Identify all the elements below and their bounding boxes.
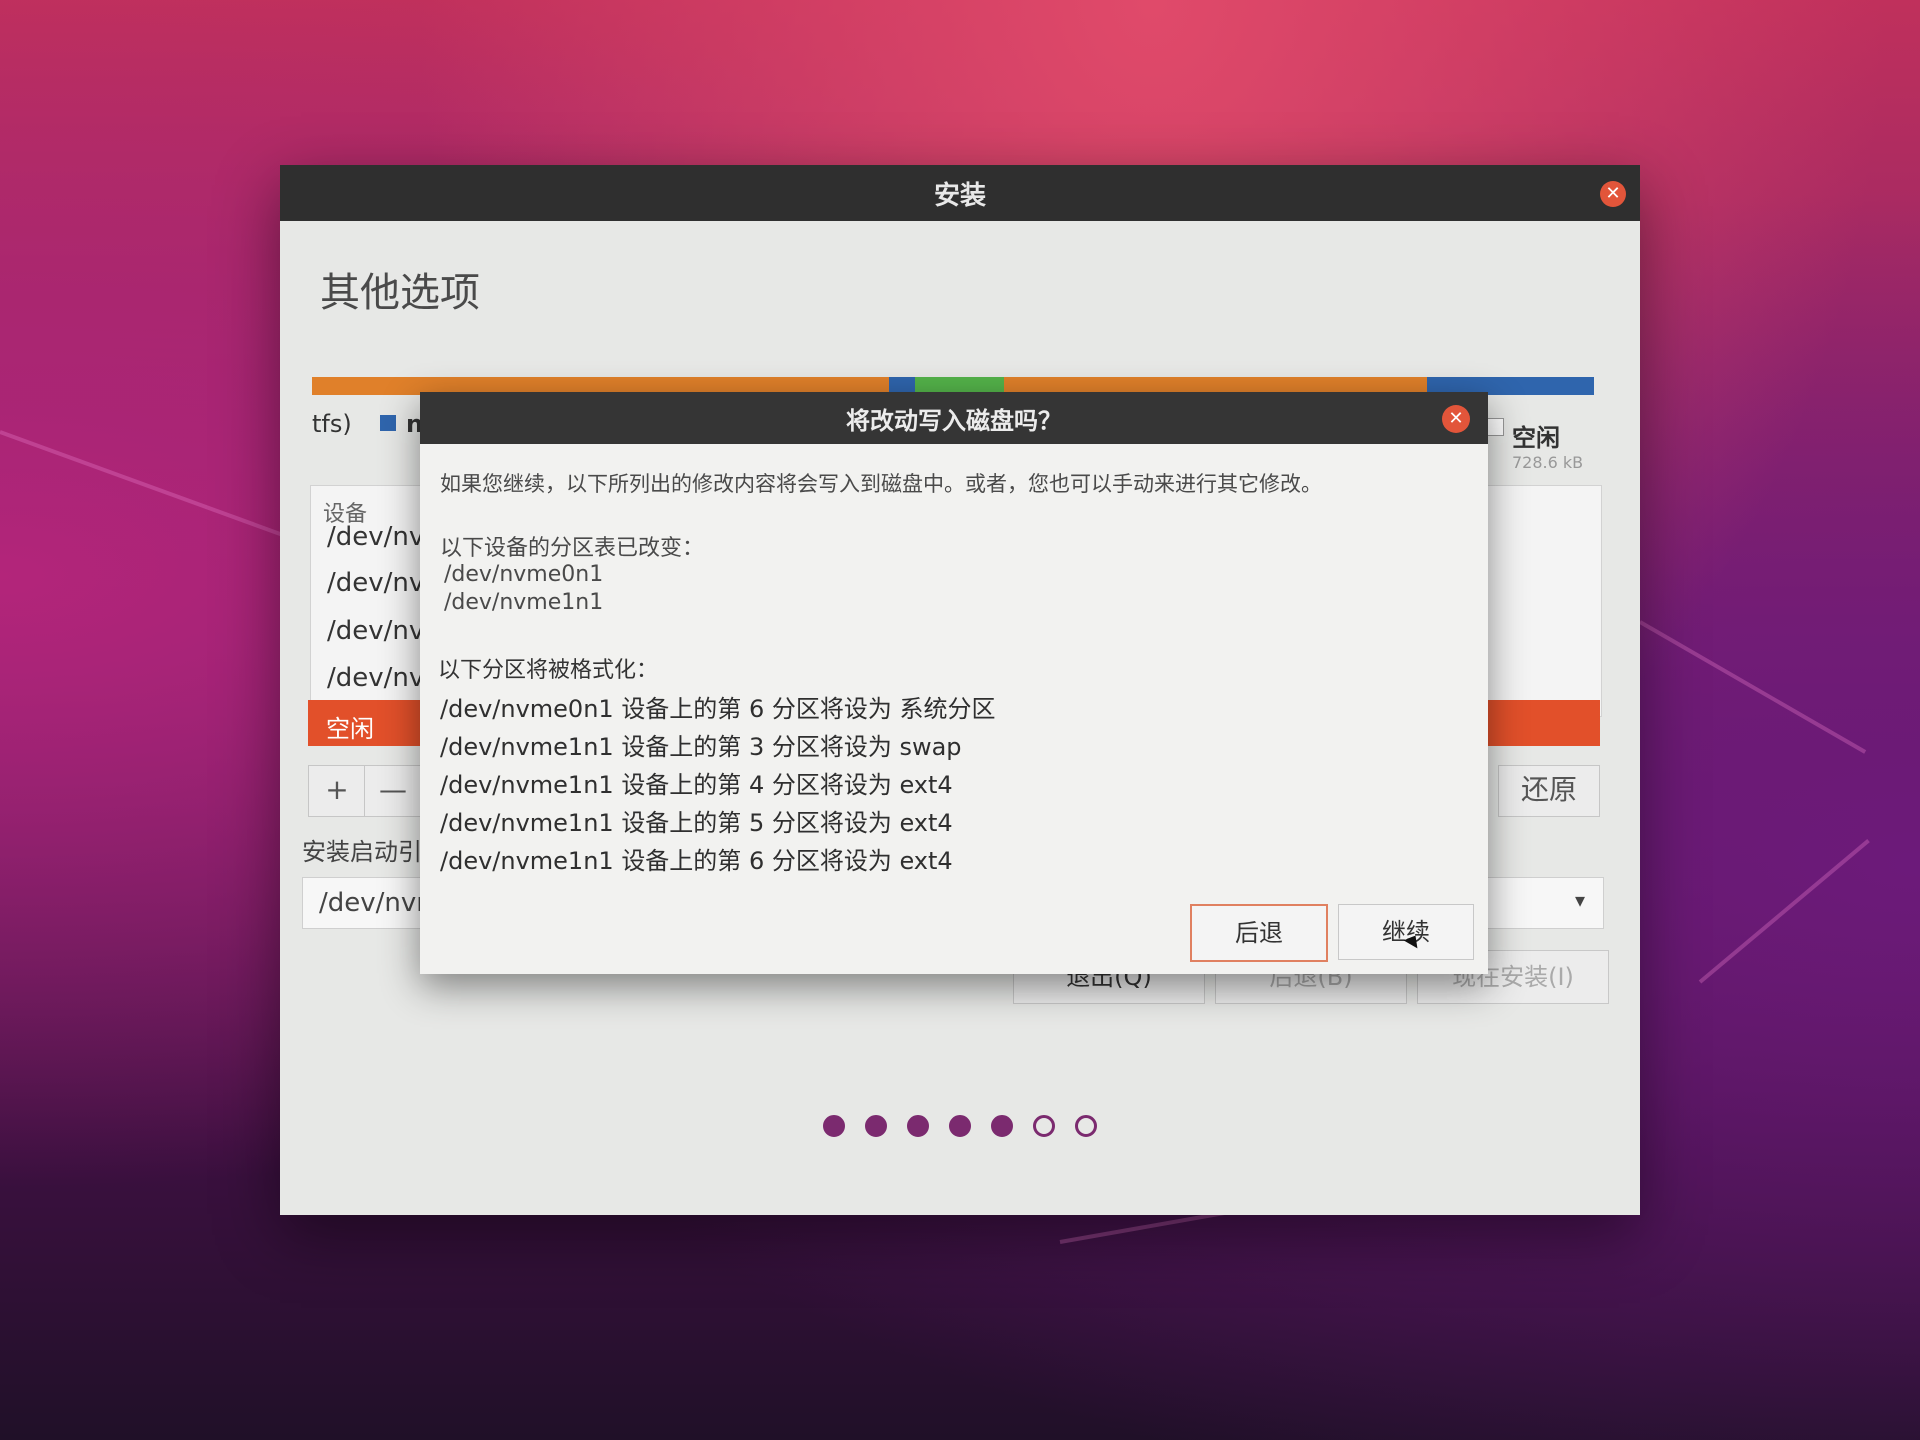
progress-dot xyxy=(865,1115,887,1137)
add-partition-button[interactable]: + xyxy=(308,765,366,817)
legend-fs-fragment: tfs) xyxy=(312,410,352,438)
legend-free-square xyxy=(1486,418,1504,436)
wallpaper-line xyxy=(1698,839,1870,984)
free-row-label: 空闲 xyxy=(326,715,374,743)
partition-table-device: /dev/nvme1n1 xyxy=(444,590,604,615)
dialog-close-icon[interactable]: ✕ xyxy=(1442,405,1470,433)
dialog-title: 将改动写入磁盘吗？ xyxy=(846,406,1062,435)
remove-partition-button[interactable]: — xyxy=(364,765,422,817)
chevron-down-icon: ▾ xyxy=(1574,888,1585,912)
progress-dot xyxy=(823,1115,845,1137)
legend-free-label: 空闲 xyxy=(1512,424,1560,452)
boot-loader-value: /dev/nvn xyxy=(319,888,433,918)
progress-dot xyxy=(907,1115,929,1137)
window-close-icon[interactable]: ✕ xyxy=(1600,181,1626,207)
dialog-intro: 如果您继续，以下所列出的修改内容将会写入到磁盘中。或者，您也可以手动来进行其它修… xyxy=(440,472,1322,496)
wallpaper-line xyxy=(0,430,302,544)
partition-table-header: 以下设备的分区表已改变： xyxy=(440,536,705,561)
progress-dot xyxy=(991,1115,1013,1137)
progress-dot xyxy=(1075,1115,1097,1137)
window-titlebar: 安装 ✕ xyxy=(280,165,1640,221)
boot-loader-label: 安装启动引 xyxy=(302,838,422,866)
dialog-back-button[interactable]: 后退 xyxy=(1190,904,1328,962)
format-item: /dev/nvme1n1 设备上的第 6 分区将设为 ext4 xyxy=(440,847,953,875)
progress-dot xyxy=(1033,1115,1055,1137)
legend-color-square xyxy=(380,415,396,431)
format-item: /dev/nvme1n1 设备上的第 5 分区将设为 ext4 xyxy=(440,809,953,837)
partition-table-device: /dev/nvme0n1 xyxy=(444,562,604,587)
format-item: /dev/nvme1n1 设备上的第 3 分区将设为 swap xyxy=(440,733,962,761)
wallpaper-line xyxy=(1639,620,1867,754)
page-title: 其他选项 xyxy=(320,270,480,316)
format-item: /dev/nvme0n1 设备上的第 6 分区将设为 系统分区 xyxy=(440,695,996,723)
format-header: 以下分区将被格式化： xyxy=(438,658,659,683)
write-changes-dialog: 将改动写入磁盘吗？ ✕ 如果您继续，以下所列出的修改内容将会写入到磁盘中。或者，… xyxy=(420,392,1488,974)
revert-button[interactable]: 还原 xyxy=(1498,765,1600,817)
window-title: 安装 xyxy=(933,180,986,211)
progress-dots xyxy=(280,1115,1640,1137)
dialog-continue-button[interactable]: 继续 xyxy=(1338,904,1474,960)
progress-dot xyxy=(949,1115,971,1137)
format-item: /dev/nvme1n1 设备上的第 4 分区将设为 ext4 xyxy=(440,771,953,799)
legend-free-size: 728.6 kB xyxy=(1512,453,1584,472)
dialog-titlebar: 将改动写入磁盘吗？ ✕ xyxy=(420,392,1488,444)
